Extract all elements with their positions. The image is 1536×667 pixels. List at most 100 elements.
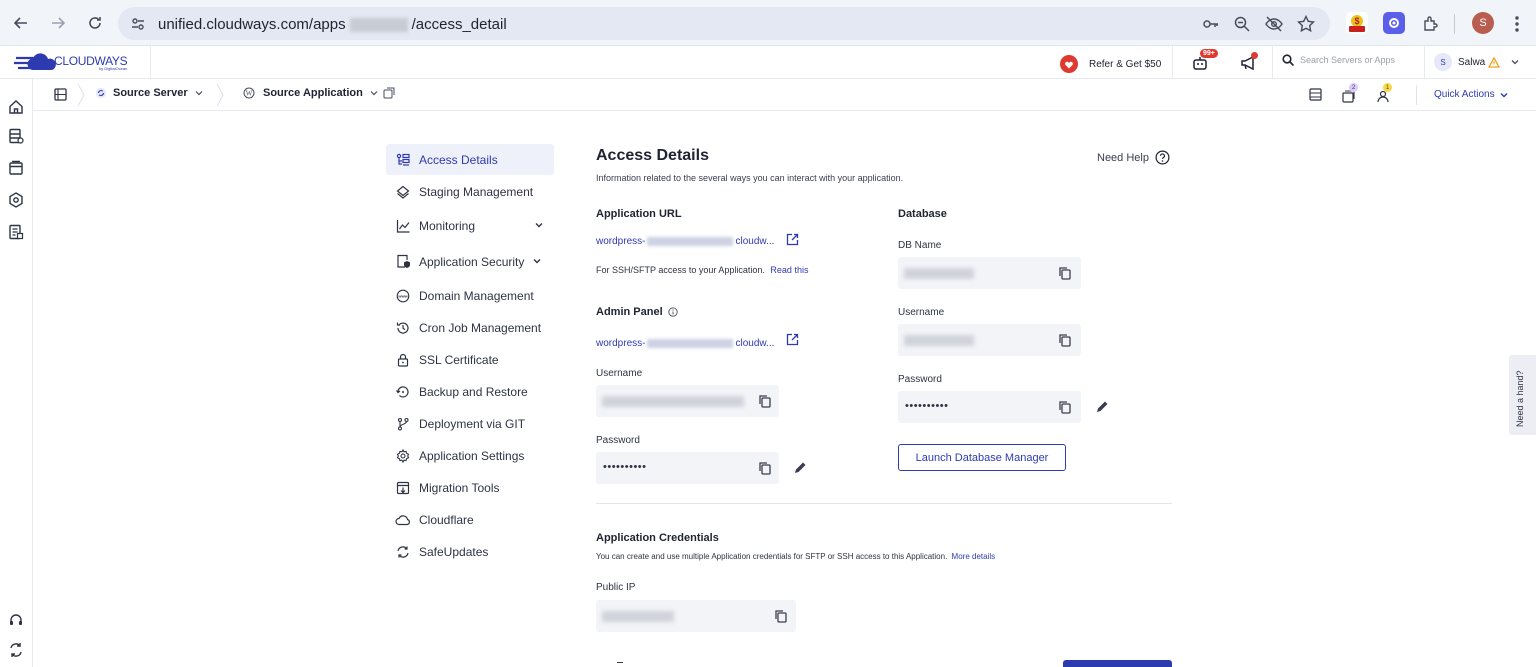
breadcrumb-separator bbox=[77, 83, 85, 107]
db-name-field[interactable] bbox=[898, 257, 1081, 289]
back-icon[interactable] bbox=[10, 12, 32, 34]
copy-icon[interactable] bbox=[758, 394, 772, 408]
edit-pencil-icon[interactable] bbox=[1095, 400, 1109, 414]
settings-icon[interactable] bbox=[8, 192, 26, 210]
bookmark-star-icon[interactable] bbox=[1295, 13, 1317, 35]
external-link-icon[interactable] bbox=[786, 333, 799, 346]
git-branch-icon bbox=[395, 416, 411, 432]
url-redaction bbox=[647, 339, 734, 348]
user-avatar: S bbox=[1434, 53, 1452, 71]
help-circle-icon bbox=[1155, 150, 1170, 165]
sidebar-item-app-settings[interactable]: Application Settings bbox=[386, 440, 554, 471]
app-selector[interactable]: W Source Application bbox=[243, 87, 395, 99]
quick-actions-button[interactable]: Quick Actions bbox=[1434, 89, 1509, 100]
home-icon[interactable] bbox=[8, 99, 26, 117]
applications-icon[interactable] bbox=[8, 160, 26, 178]
db-password-field[interactable]: •••••••••• bbox=[898, 391, 1081, 423]
sidebar-toggle-icon[interactable] bbox=[54, 88, 67, 101]
sidebar-item-git[interactable]: Deployment via GIT bbox=[386, 408, 554, 439]
info-icon[interactable] bbox=[667, 307, 678, 317]
profile-avatar[interactable]: S bbox=[1472, 12, 1494, 34]
sidebar-item-safeupdates[interactable]: SafeUpdates bbox=[386, 536, 554, 567]
sidebar-item-ssl[interactable]: SSL Certificate bbox=[386, 344, 554, 375]
browser-menu-icon[interactable] bbox=[1507, 13, 1527, 35]
sidebar-item-access-details[interactable]: Access Details bbox=[386, 144, 554, 175]
chevron-down-icon bbox=[370, 91, 378, 96]
copy-icon[interactable] bbox=[774, 609, 788, 623]
sidebar-item-cloudflare[interactable]: Cloudflare bbox=[386, 504, 554, 535]
robot-notifications[interactable]: 99+ bbox=[1191, 49, 1218, 72]
copy-icon[interactable] bbox=[1058, 400, 1072, 414]
launch-database-manager-button[interactable]: Launch Database Manager bbox=[898, 444, 1066, 471]
restore-icon bbox=[395, 384, 411, 400]
server-selector[interactable]: Source Server bbox=[95, 87, 204, 99]
server-label: Source Server bbox=[113, 87, 188, 99]
site-settings-icon[interactable] bbox=[128, 14, 148, 34]
url-redaction bbox=[647, 237, 734, 246]
announcements-button[interactable] bbox=[1240, 52, 1260, 73]
billing-icon[interactable] bbox=[8, 224, 26, 242]
servers-icon[interactable] bbox=[8, 128, 26, 146]
password-key-icon[interactable] bbox=[1200, 13, 1222, 35]
refer-button[interactable]: Refer & Get $50 bbox=[1060, 55, 1161, 73]
add-credentials-button[interactable] bbox=[1063, 660, 1172, 667]
seo-extension-icon[interactable]: $ bbox=[1346, 12, 1368, 34]
cloud-icon bbox=[395, 512, 411, 528]
edit-pencil-icon[interactable] bbox=[793, 461, 807, 475]
extensions-icon[interactable] bbox=[1420, 13, 1442, 35]
db-username-label: Username bbox=[898, 307, 945, 318]
puzzle-extension-icon[interactable] bbox=[1383, 12, 1405, 34]
public-ip-field[interactable] bbox=[596, 600, 796, 632]
team-count-button[interactable]: 1 bbox=[1376, 83, 1392, 103]
chart-icon bbox=[395, 218, 411, 234]
more-details-link[interactable]: More details bbox=[952, 552, 996, 561]
left-rail bbox=[0, 79, 33, 667]
redacted-value bbox=[904, 335, 974, 346]
search-input[interactable]: Search Servers or Apps bbox=[1282, 54, 1395, 66]
app-url-link[interactable]: wordpress-cloudw... bbox=[596, 236, 774, 247]
cloudways-logo[interactable]: CLOUDWAYS by DigitalOcean bbox=[14, 52, 128, 74]
forward-icon[interactable] bbox=[47, 12, 69, 34]
sidebar-item-label: Application Settings bbox=[419, 448, 525, 463]
redacted-value bbox=[904, 268, 974, 279]
copy-icon[interactable] bbox=[758, 461, 772, 475]
notification-badge: 99+ bbox=[1200, 49, 1218, 58]
support-icon[interactable] bbox=[8, 612, 26, 630]
app-url-suffix: cloudw... bbox=[735, 236, 775, 247]
open-app-icon[interactable] bbox=[383, 87, 395, 99]
eye-off-icon[interactable] bbox=[1263, 13, 1285, 35]
header-divider bbox=[1272, 46, 1273, 79]
switch-icon[interactable] bbox=[8, 642, 26, 660]
browser-toolbar: unified.cloudways.com/apps/access_detail… bbox=[0, 0, 1536, 46]
sidebar-item-backup[interactable]: Backup and Restore bbox=[386, 376, 554, 407]
ssh-note-text: For SSH/SFTP access to your Application. bbox=[596, 265, 765, 275]
redacted-value bbox=[602, 611, 674, 622]
admin-password-field[interactable]: •••••••••• bbox=[596, 452, 779, 484]
db-username-field[interactable] bbox=[898, 324, 1081, 356]
external-link-icon[interactable] bbox=[786, 233, 799, 246]
sidebar-item-monitoring[interactable]: Monitoring bbox=[386, 210, 554, 241]
sidebar-item-label: SafeUpdates bbox=[419, 544, 489, 559]
sidebar-item-app-security[interactable]: Application Security bbox=[386, 246, 554, 277]
user-menu[interactable]: S Salwa bbox=[1434, 53, 1520, 71]
sidebar-item-migration[interactable]: Migration Tools bbox=[386, 472, 554, 503]
chevron-down-icon bbox=[535, 223, 543, 228]
layers-icon bbox=[395, 184, 411, 200]
sidebar-item-staging[interactable]: Staging Management bbox=[386, 176, 554, 207]
read-this-link[interactable]: Read this bbox=[770, 265, 808, 275]
redacted-value bbox=[602, 396, 744, 407]
refer-label: Refer & Get $50 bbox=[1089, 58, 1162, 70]
sidebar-item-cron-jobs[interactable]: Cron Job Management bbox=[386, 312, 554, 343]
need-help-link[interactable]: Need Help bbox=[1097, 150, 1170, 165]
copy-icon[interactable] bbox=[1058, 266, 1072, 280]
zoom-icon[interactable] bbox=[1231, 13, 1253, 35]
server-list-icon[interactable] bbox=[1309, 88, 1322, 101]
sidebar-item-domain-management[interactable]: www Domain Management bbox=[386, 280, 554, 311]
apps-count-button[interactable]: 2 bbox=[1342, 83, 1358, 103]
admin-panel-heading: Admin Panel bbox=[596, 306, 663, 318]
reload-icon[interactable] bbox=[84, 12, 106, 34]
copy-icon[interactable] bbox=[1058, 333, 1072, 347]
admin-url-link[interactable]: wordpress-cloudw... bbox=[596, 338, 774, 349]
admin-username-field[interactable] bbox=[596, 385, 779, 417]
need-a-hand-tab[interactable]: Need a hand? bbox=[1509, 355, 1536, 435]
